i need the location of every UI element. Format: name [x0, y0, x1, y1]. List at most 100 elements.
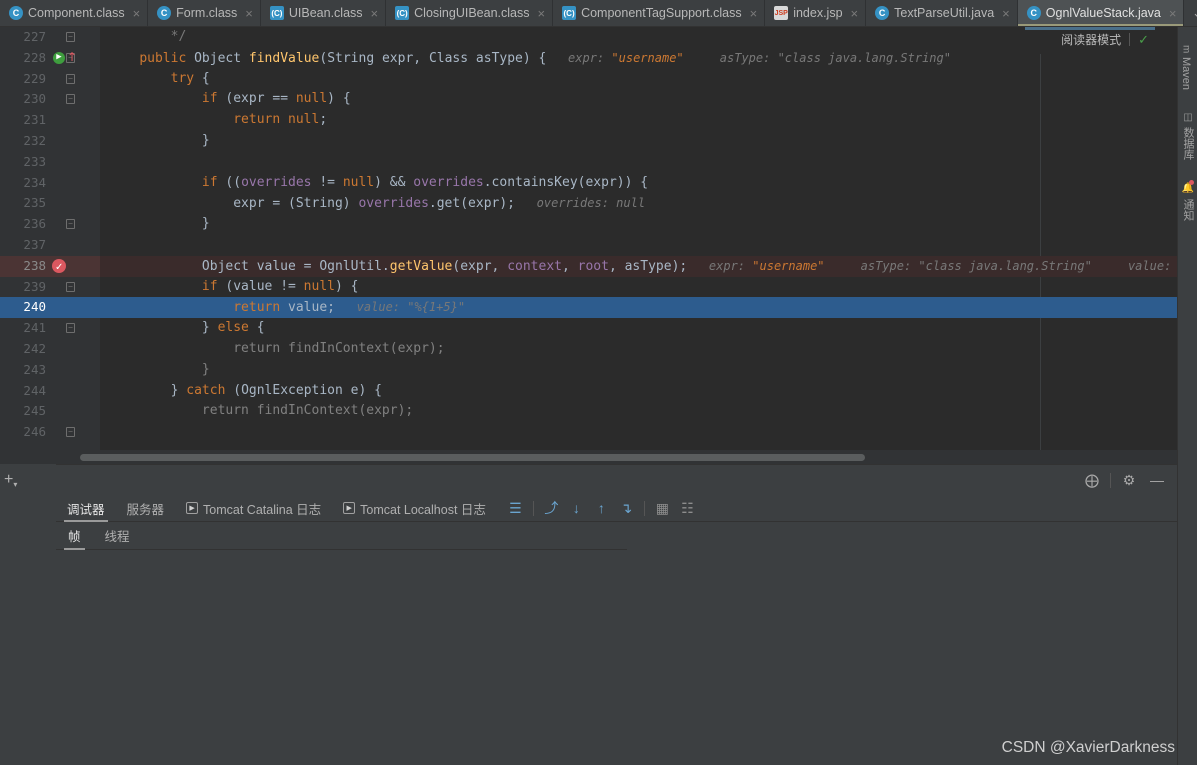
breakpoint-icon[interactable] [52, 258, 66, 279]
settings-gear-icon[interactable]: ⚙ [1115, 465, 1143, 495]
debugger-tab-调试器[interactable]: 调试器 [56, 495, 116, 522]
code-token: != [311, 174, 343, 190]
editor-progress-bar [1025, 27, 1155, 30]
layout-settings-icon[interactable]: ☷ [675, 495, 700, 522]
gutter-icons[interactable]: − [52, 89, 100, 110]
editor-tab-textparseutil-java[interactable]: C TextParseUtil.java × [866, 0, 1018, 26]
fold-marker-icon[interactable]: − [66, 94, 75, 105]
code-token: return findInContext(expr); [108, 340, 445, 356]
inspection-ok-icon[interactable]: ✓ [1138, 32, 1149, 48]
close-icon[interactable]: × [245, 7, 253, 20]
editor-tab-ognlvaluestack-java[interactable]: C OgnlValueStack.java × [1017, 0, 1185, 26]
debugger-tab-Tomcat Localhost 日志[interactable]: ▶ Tomcat Localhost 日志 [332, 495, 497, 522]
locate-icon[interactable]: ⨁ [1078, 465, 1106, 495]
gutter-icons[interactable] [52, 152, 100, 173]
debugger-tab-服务器[interactable]: 服务器 [116, 495, 176, 522]
step-into-icon[interactable]: ↓ [564, 495, 589, 522]
fold-marker-icon[interactable]: − [66, 219, 75, 230]
editor-tab-closinguibean-class[interactable]: (C) ClosingUIBean.class × [386, 0, 554, 26]
code-line-227[interactable]: 227 − */ [0, 27, 1177, 48]
gutter-icons[interactable]: − ▶ ↑ [52, 48, 100, 69]
editor-tab-component-class[interactable]: C Component.class × [0, 0, 149, 26]
code-line-229[interactable]: 229 − try { [0, 69, 1177, 90]
gutter-icons[interactable] [52, 255, 100, 279]
run-to-cursor-icon[interactable]: ↴ [614, 495, 639, 522]
code-editor[interactable]: 227− */228− ▶ ↑ public Object findValue(St… [0, 27, 1177, 464]
chevron-down-icon[interactable]: ⌄ [1184, 0, 1197, 27]
chevron-down-icon[interactable]: ▾ [13, 480, 17, 489]
gutter-icons[interactable]: − [52, 422, 100, 443]
close-icon[interactable]: × [1002, 7, 1010, 20]
close-icon[interactable]: × [537, 7, 545, 20]
code-line-236[interactable]: 236 − } [0, 214, 1177, 235]
code-line-235[interactable]: 235 expr = (String) overrides.get(expr);… [0, 193, 1177, 214]
code-line-231[interactable]: 231 return null; [0, 110, 1177, 131]
editor-tab-form-class[interactable]: C Form.class × [148, 0, 261, 26]
code-line-239[interactable]: 239 − if (value != null) { [0, 277, 1177, 298]
hide-panel-icon[interactable]: — [1143, 465, 1171, 495]
fold-marker-icon[interactable]: − [66, 427, 75, 438]
gutter-icons[interactable] [52, 381, 100, 402]
fold-marker-icon[interactable]: − [66, 73, 75, 84]
frames-tab-帧[interactable]: 帧 [56, 522, 93, 550]
code-line-246[interactable]: 246 − [0, 422, 1177, 443]
code-text: if (value != null) { [100, 277, 1177, 298]
gutter-icons[interactable] [52, 339, 100, 360]
gutter-icons[interactable]: − [52, 277, 100, 298]
code-line-245[interactable]: 245 return findInContext(expr); [0, 401, 1177, 422]
fold-marker-icon[interactable]: − [66, 32, 75, 42]
code-line-240[interactable]: 240 return value; value: "%{1+5}" [0, 297, 1177, 319]
gutter-icons[interactable]: − [52, 214, 100, 235]
code-line-242[interactable]: 242 return findInContext(expr); [0, 339, 1177, 360]
code-token: ) { [327, 91, 351, 107]
close-icon[interactable]: × [851, 7, 859, 20]
code-line-238[interactable]: 238 Object value = OgnlUtil.getValue(exp… [0, 255, 1177, 279]
close-icon[interactable]: × [750, 7, 758, 20]
close-icon[interactable]: × [133, 7, 141, 20]
step-out-icon[interactable]: ↑ [589, 495, 614, 522]
gutter-icons[interactable]: − [52, 27, 100, 48]
fold-marker-icon[interactable]: − [66, 323, 75, 334]
reader-mode-chip[interactable]: 阅读器模式 ✓ [1055, 29, 1155, 50]
gutter-icons[interactable] [52, 297, 100, 319]
step-over-icon[interactable]: ⤴ [539, 495, 564, 522]
code-line-233[interactable]: 233 [0, 152, 1177, 173]
fold-marker-icon[interactable]: − [66, 281, 75, 292]
editor-tab-componenttagsupport-class[interactable]: (C) ComponentTagSupport.class × [553, 0, 766, 26]
code-line-230[interactable]: 230 − if (expr == null) { [0, 89, 1177, 110]
close-icon[interactable]: × [1169, 7, 1177, 20]
gutter-icons[interactable] [52, 173, 100, 194]
evaluate-expression-icon[interactable]: ▦ [650, 495, 675, 522]
gutter-icons[interactable] [52, 110, 100, 131]
gutter-icons[interactable]: − [52, 69, 100, 90]
gutter-icons[interactable] [52, 131, 100, 152]
code-line-237[interactable]: 237 [0, 235, 1177, 256]
frames-tab-线程[interactable]: 线程 [93, 522, 142, 550]
mute-breakpoints-icon[interactable]: ☰ [503, 495, 528, 522]
code-line-234[interactable]: 234 if ((overrides != null) && overrides… [0, 173, 1177, 194]
editor-tab-index-jsp[interactable]: JSP index.jsp × [765, 0, 867, 26]
gutter-icons[interactable] [52, 235, 100, 256]
gutter-icons[interactable] [52, 401, 100, 422]
code-token: context [507, 258, 562, 274]
run-method-icon[interactable]: ▶ [53, 51, 65, 64]
code-line-243[interactable]: 243 } [0, 360, 1177, 381]
close-icon[interactable]: × [371, 7, 379, 20]
gutter-icons[interactable] [52, 193, 100, 214]
code-token: } [108, 216, 210, 232]
add-configuration-icon[interactable]: + [4, 471, 13, 488]
code-line-241[interactable]: 241 − } else { [0, 318, 1177, 339]
code-line-244[interactable]: 244 } catch (OgnlException e) { [0, 381, 1177, 402]
editor-horizontal-scrollbar[interactable] [80, 454, 865, 461]
implementation-arrow-icon[interactable]: ↑ [67, 51, 77, 63]
gutter-icons[interactable]: − [52, 318, 100, 339]
editor-tab-uibean-class[interactable]: (C) UIBean.class × [261, 0, 387, 26]
sidebar-item-maven[interactable]: m Maven [1178, 37, 1194, 98]
sidebar-item-database[interactable]: ◫ 数据库 [1178, 104, 1197, 168]
code-line-232[interactable]: 232 } [0, 131, 1177, 152]
gutter-icons[interactable] [52, 360, 100, 381]
editor-tab-label: ClosingUIBean.class [414, 6, 530, 20]
code-line-228[interactable]: 228 − ▶ ↑ public Object findValue(String ex… [0, 48, 1177, 69]
debugger-tab-Tomcat Catalina 日志[interactable]: ▶ Tomcat Catalina 日志 [175, 495, 332, 522]
sidebar-item-notifications[interactable]: 🔔 通知 [1178, 174, 1197, 228]
